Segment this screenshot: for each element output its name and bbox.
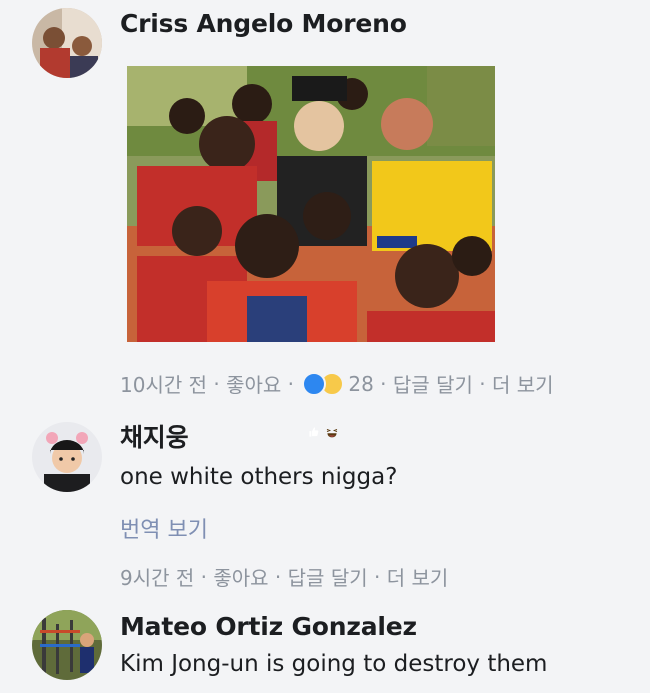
see-translation-link[interactable]: 번역 보기 (120, 512, 208, 544)
reactions-summary[interactable] (302, 371, 345, 437)
meta-separator: · (281, 371, 301, 396)
meta-separator: · (367, 564, 387, 589)
comment-photo[interactable] (127, 66, 495, 342)
reply-link[interactable]: 답글 달기 (288, 562, 368, 591)
comment-time[interactable]: 10시간 전 (120, 369, 207, 398)
comment-author[interactable]: 채지웅 (120, 423, 189, 453)
meta-separator: · (194, 564, 214, 589)
like-link[interactable]: 좋아요 (213, 562, 268, 591)
comment-text: Kim Jong-un is going to destroy them (120, 651, 548, 677)
more-link[interactable]: 더 보기 (492, 369, 554, 398)
avatar[interactable] (32, 422, 102, 492)
comment-meta: 10시간 전 · 좋아요 · 28 · 답글 달기 · 더 보기 (120, 369, 554, 437)
thumbs-up-icon (302, 371, 327, 437)
avatar[interactable] (32, 8, 102, 78)
reply-link[interactable]: 답글 달기 (393, 369, 473, 398)
more-link[interactable]: 더 보기 (387, 562, 449, 591)
comment-meta: 9시간 전 · 좋아요 · 답글 달기 · 더 보기 (120, 562, 448, 591)
like-link[interactable]: 좋아요 (226, 369, 281, 398)
comment-author[interactable]: Criss Angelo Moreno (120, 9, 407, 39)
meta-separator: · (472, 371, 492, 396)
comment-time[interactable]: 9시간 전 (120, 562, 194, 591)
meta-separator: · (373, 371, 393, 396)
comment-author[interactable]: Mateo Ortiz Gonzalez (120, 612, 417, 642)
meta-separator: · (268, 564, 288, 589)
meta-separator: · (207, 371, 227, 396)
avatar[interactable] (32, 610, 102, 680)
reaction-count[interactable]: 28 (348, 372, 373, 396)
